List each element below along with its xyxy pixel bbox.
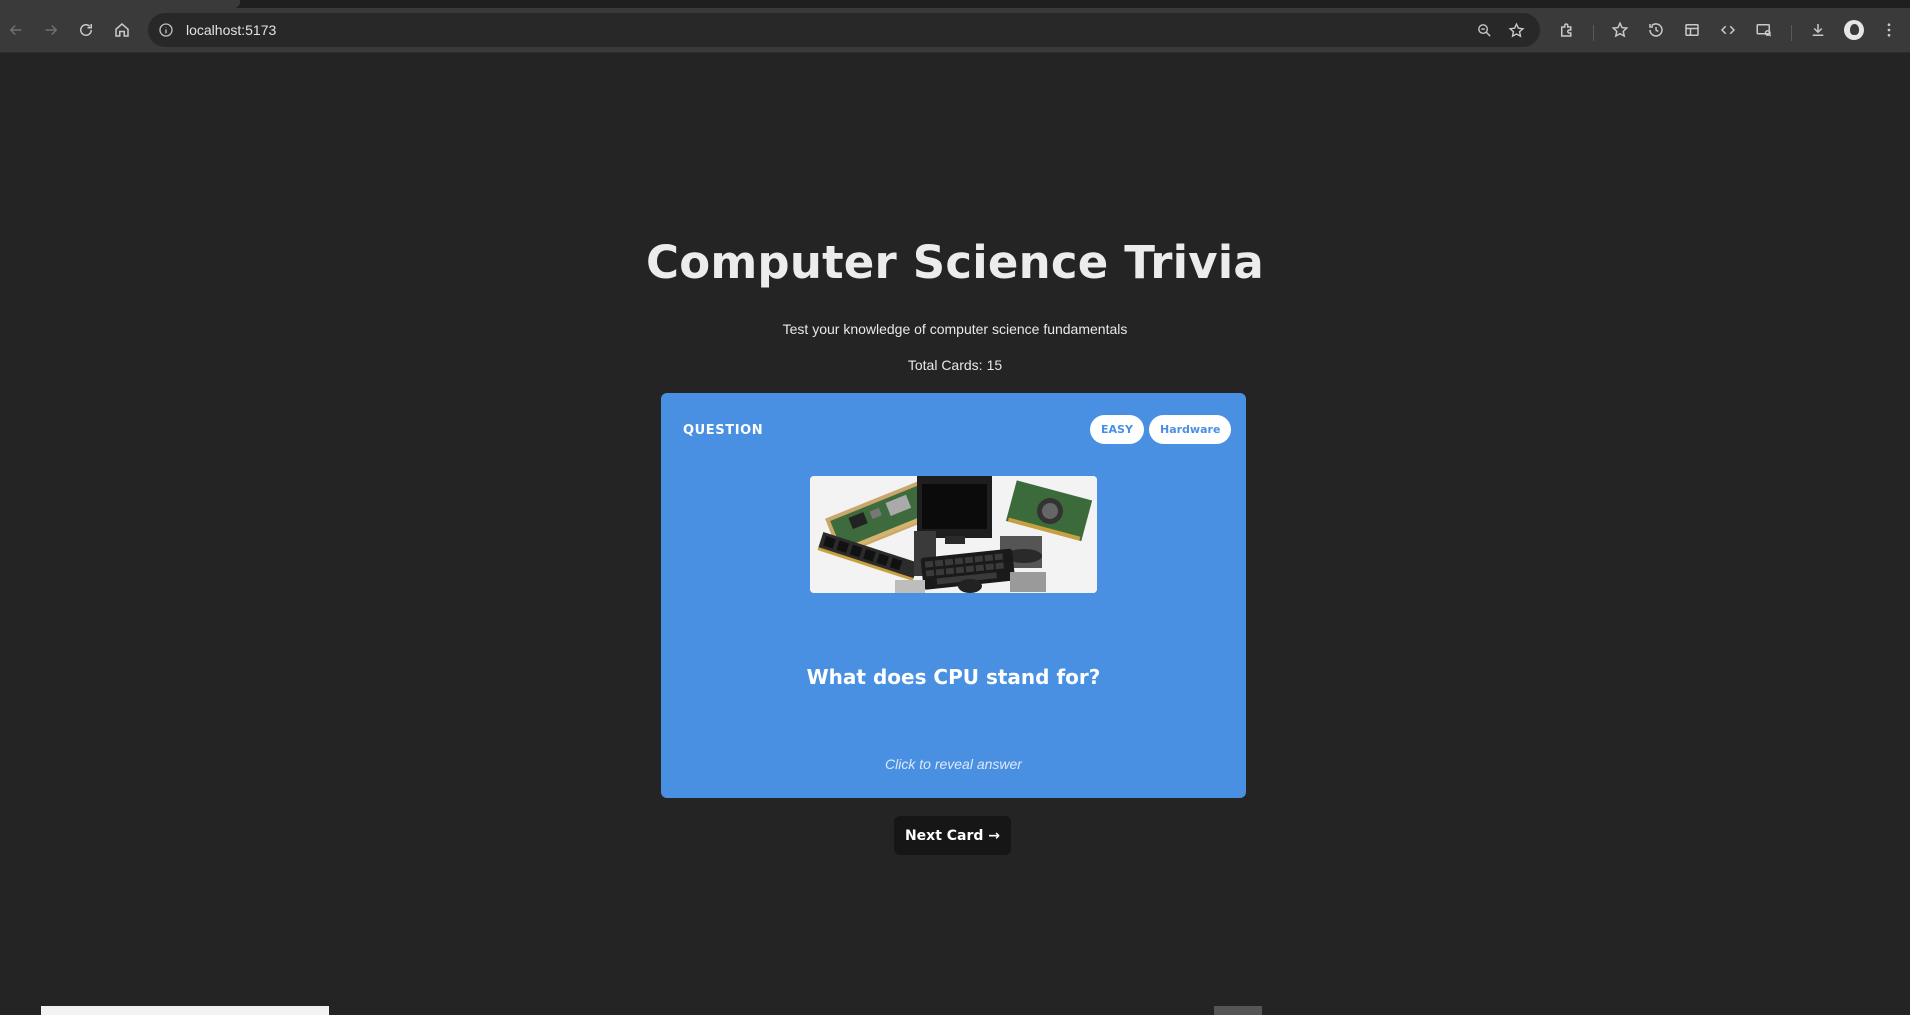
question-text: What does CPU stand for? <box>806 665 1101 689</box>
arrow-left-icon[interactable] <box>2 16 30 44</box>
computer-hardware-image <box>810 476 1097 593</box>
taskbar-app[interactable] <box>1214 1006 1262 1015</box>
toolbar-divider <box>1593 25 1594 41</box>
reveal-hint: Click to reveal answer <box>885 756 1022 772</box>
info-icon[interactable] <box>156 20 176 40</box>
avatar-icon[interactable] <box>1844 20 1864 40</box>
download-icon[interactable] <box>1804 16 1832 44</box>
browser-toolbar: localhost:5173 <box>0 8 1910 53</box>
tab-strip <box>0 0 1910 8</box>
active-tab[interactable] <box>0 0 240 8</box>
table-icon[interactable] <box>1678 16 1706 44</box>
taskbar-search-box[interactable] <box>41 1006 329 1015</box>
star-icon[interactable] <box>1504 18 1528 42</box>
category-badge: Hardware <box>1149 415 1232 444</box>
difficulty-badge: EASY <box>1090 415 1144 444</box>
flashcard[interactable]: QUESTION EASY Hardware What does CPU sta… <box>661 393 1246 798</box>
cast-search-icon[interactable] <box>1750 16 1778 44</box>
page-viewport: Computer Science Trivia Test your knowle… <box>0 53 1910 1005</box>
home-icon[interactable] <box>108 16 136 44</box>
zoom-icon[interactable] <box>1472 18 1496 42</box>
arrow-right-icon[interactable] <box>37 16 65 44</box>
address-bar[interactable]: localhost:5173 <box>148 13 1540 47</box>
total-cards-label: Total Cards: <box>907 357 983 373</box>
kebab-menu-icon[interactable] <box>1875 16 1903 44</box>
url-text[interactable]: localhost:5173 <box>186 22 276 38</box>
reload-icon[interactable] <box>72 16 100 44</box>
total-cards: Total Cards: 15 <box>0 357 1910 373</box>
toolbar-divider <box>1791 25 1792 41</box>
card-side-label: QUESTION <box>683 423 764 438</box>
code-icon[interactable] <box>1714 16 1742 44</box>
star-list-icon[interactable] <box>1606 16 1634 44</box>
puzzle-icon[interactable] <box>1553 16 1581 44</box>
page-subtitle: Test your knowledge of computer science … <box>782 321 1128 337</box>
page-title: Computer Science Trivia <box>646 236 1264 289</box>
history-icon[interactable] <box>1642 16 1670 44</box>
total-cards-count: 15 <box>986 357 1003 373</box>
next-card-button[interactable]: Next Card → <box>894 816 1011 855</box>
